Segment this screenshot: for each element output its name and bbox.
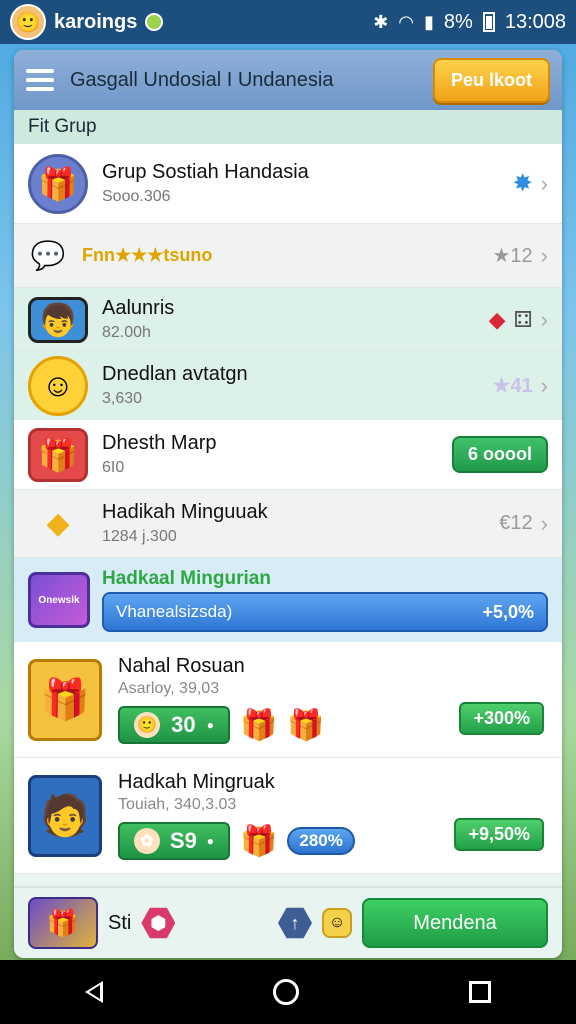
- offer-price: S9: [169, 828, 197, 853]
- badge-icon: ✸: [512, 170, 533, 197]
- chevron-right-icon: ›: [540, 510, 548, 536]
- offer-percent-badge: +300%: [459, 702, 544, 735]
- status-app-name: karoings: [54, 10, 138, 33]
- gift-box-icon: 🎁: [287, 708, 325, 742]
- item-count: €12: [499, 512, 533, 534]
- chevron-right-icon: ›: [540, 242, 548, 268]
- featured-thumb-label: Onewslk: [38, 594, 80, 606]
- gift-icon: 🎁: [240, 824, 278, 858]
- gem-icon: ◆: [488, 306, 506, 332]
- offer-card[interactable]: 🧑 Hadkah Mingruak Touiah, 340,3.03 ✿ S9 …: [14, 758, 562, 874]
- list-item[interactable]: 👦 Aalunris 82.00h ◆ ⚃ ›: [14, 288, 562, 352]
- chevron-right-icon: ›: [540, 170, 548, 196]
- item-title: Grup Sostiah Handasia: [102, 161, 309, 183]
- back-icon[interactable]: [85, 981, 103, 1003]
- hex-badge-icon[interactable]: ⬢: [141, 907, 176, 939]
- offer-title: Hadkah Mingruak: [118, 771, 275, 793]
- offer-price: 30: [171, 712, 196, 737]
- battery-percent: 8%: [443, 10, 473, 33]
- recent-apps-icon[interactable]: [469, 981, 491, 1003]
- bluetooth-icon: ✱: [373, 11, 389, 32]
- treasure-chest-icon: 🎁: [28, 658, 102, 741]
- character-icon: 🧑: [28, 774, 102, 857]
- status-bar: 🙂 karoings ✱ ◠ ▮ 8% 13:008: [0, 0, 576, 44]
- featured-title: Hadkaal Mingurian: [102, 568, 271, 589]
- gift-box-icon: 🎁: [28, 153, 88, 214]
- list-item[interactable]: 🎁 Dhesth Marp 6I0 6 ooool: [14, 420, 562, 490]
- hamburger-menu-icon[interactable]: [26, 69, 54, 91]
- main-panel: Gasgall Undosial I Undanesia Peu lkoot F…: [14, 50, 562, 958]
- globe-icon: [145, 13, 164, 31]
- bottom-bar: 🎁 Sti ⬢ ↑ ☺ Mendena: [14, 886, 562, 958]
- item-title: Aalunris: [102, 297, 175, 319]
- plus-icon: ●: [206, 834, 214, 848]
- offer-percent-badge: +9,50%: [454, 818, 544, 851]
- featured-progress-bar: Vhanealsizsda) +5,0%: [102, 592, 548, 632]
- wifi-icon: ◠: [398, 11, 415, 32]
- offer-bonus-badge: 280%: [287, 827, 355, 855]
- app-header: Gasgall Undosial I Undanesia Peu lkoot: [14, 50, 562, 110]
- bottom-label: Sti: [108, 911, 132, 934]
- offer-card[interactable]: 🎁 Nahal Rosuan Asarloy, 39,03 🙂 30 ● 🎁 🎁…: [14, 642, 562, 758]
- featured-banner[interactable]: Onewslk Hadkaal Mingurian Vhanealsizsda)…: [14, 558, 562, 642]
- offer-subtitle: Asarloy, 39,03: [118, 680, 220, 697]
- battery-icon: [482, 12, 495, 32]
- characters-icon: 👦: [28, 296, 88, 343]
- featured-thumbnail: Onewslk: [28, 572, 90, 628]
- featured-bar-label: Vhanealsizsda): [116, 602, 233, 621]
- offer-price-button[interactable]: ✿ S9 ●: [118, 822, 230, 860]
- item-subtitle: 3,630: [102, 390, 143, 407]
- offer-price-button[interactable]: 🙂 30 ●: [118, 706, 230, 744]
- item-action-button[interactable]: 6 ooool: [452, 436, 548, 473]
- item-title: Hadikah Minguuak: [102, 501, 268, 523]
- item-subtitle: Sooo.306: [102, 188, 171, 205]
- navigation-bar: [0, 960, 576, 1024]
- list-item[interactable]: ☺ Dnedlan avtatgn 3,630 ★41 ›: [14, 352, 562, 420]
- signal-icon: ▮: [424, 11, 434, 32]
- item-count: ★41: [492, 375, 533, 397]
- gift-icon: 🎁: [240, 708, 278, 742]
- item-subtitle: 1284 j.300: [102, 528, 177, 545]
- gift-icon: 🎁: [28, 427, 88, 482]
- chevron-right-icon: ›: [540, 306, 548, 332]
- item-title: Dnedlan avtatgn: [102, 363, 248, 385]
- arrow-up-icon[interactable]: ↑: [278, 907, 312, 939]
- page-title: Gasgall Undosial I Undanesia: [70, 68, 334, 91]
- avatar-icon: 🙂: [134, 712, 160, 738]
- status-time: 13:008: [504, 10, 566, 33]
- item-subtitle: 82.00h: [102, 324, 151, 341]
- featured-bar-value: +5,0%: [482, 601, 534, 622]
- cube-icon: ◆: [46, 507, 70, 540]
- offer-subtitle: Touiah, 340,3.03: [118, 796, 237, 813]
- dice-icon: ⚃: [513, 306, 533, 332]
- list-item[interactable]: 🎁 Grup Sostiah Handasia Sooo.306 ✸ ›: [14, 144, 562, 224]
- section-title: Fit Grup: [14, 110, 562, 144]
- home-icon[interactable]: [273, 979, 299, 1005]
- item-title: Fnn★★★tsuno: [82, 245, 213, 265]
- chevron-right-icon: ›: [540, 372, 548, 398]
- flower-icon: ✿: [134, 828, 160, 854]
- avatar-icon: 🙂: [10, 4, 46, 40]
- list-item[interactable]: 💬 Fnn★★★tsuno ★12 ›: [14, 224, 562, 288]
- plus-icon: ●: [206, 718, 214, 732]
- item-count: ★12: [492, 245, 533, 267]
- header-action-button[interactable]: Peu lkoot: [432, 57, 550, 103]
- chest-icon: 🎁: [28, 897, 98, 949]
- list-item[interactable]: ◆ Hadikah Minguuak 1284 j.300 €12 ›: [14, 490, 562, 558]
- item-subtitle: 6I0: [102, 459, 125, 476]
- offer-title: Nahal Rosuan: [118, 655, 245, 677]
- coin-icon[interactable]: ☺: [322, 908, 352, 938]
- chat-bubble-icon: 💬: [30, 240, 66, 271]
- sun-icon: ☺: [28, 355, 88, 416]
- item-title: Dhesth Marp: [102, 432, 217, 454]
- cta-button[interactable]: Mendena: [362, 898, 548, 948]
